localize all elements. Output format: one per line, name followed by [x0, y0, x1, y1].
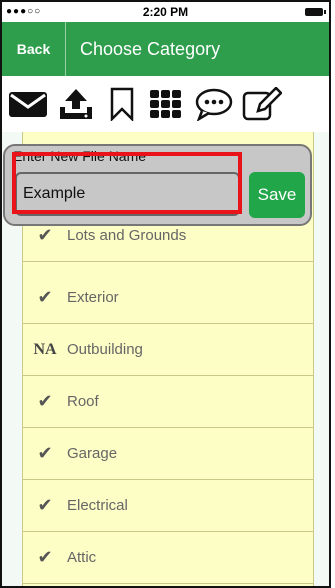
list-item-label: Lots and Grounds — [67, 227, 187, 244]
checkmark-icon: ✔ — [37, 287, 53, 307]
checkmark-icon: ✔ — [37, 225, 53, 245]
nav-bar: Back Choose Category — [2, 22, 329, 76]
list-item-label: Garage — [67, 445, 118, 462]
highlight-box — [12, 152, 242, 214]
list-item-label: Exterior — [67, 289, 119, 306]
back-button[interactable]: Back — [2, 22, 66, 76]
list-item-label: Roof — [67, 393, 99, 410]
envelope-icon[interactable] — [8, 86, 48, 122]
bookmark-icon[interactable] — [102, 86, 142, 122]
checkmark-icon: ✔ — [37, 495, 53, 515]
chat-icon[interactable] — [194, 86, 234, 122]
upload-icon[interactable] — [56, 86, 96, 122]
list-item-label: Outbuilding — [67, 341, 143, 358]
list-item-label: Electrical — [67, 497, 128, 514]
toolbar — [2, 76, 329, 132]
checkmark-icon: ✔ — [37, 547, 53, 567]
grid-icon[interactable] — [146, 86, 186, 122]
battery-icon — [305, 8, 326, 16]
list-item-label: Attic — [67, 549, 97, 566]
phone-screen: ●●●○○ 2:20 PM Back Choose Category ✔ Lot… — [0, 0, 331, 588]
na-mark: NA — [33, 340, 57, 358]
save-button[interactable]: Save — [249, 172, 305, 218]
list-item[interactable]: ✔ Exterior — [23, 272, 313, 324]
status-bar: ●●●○○ 2:20 PM — [2, 2, 329, 22]
list-item[interactable]: ✔ Roof — [23, 376, 313, 428]
list-item[interactable]: ✔ Attic — [23, 532, 313, 584]
page-title: Choose Category — [80, 39, 221, 59]
checkmark-icon: ✔ — [37, 391, 53, 411]
edit-icon[interactable] — [242, 86, 282, 122]
clock: 2:20 PM — [142, 5, 189, 19]
list-item[interactable]: ✔ Garage — [23, 428, 313, 480]
list-item[interactable]: NA Outbuilding — [23, 324, 313, 376]
list-item[interactable]: ✔ Electrical — [23, 480, 313, 532]
checkmark-icon: ✔ — [37, 443, 53, 463]
